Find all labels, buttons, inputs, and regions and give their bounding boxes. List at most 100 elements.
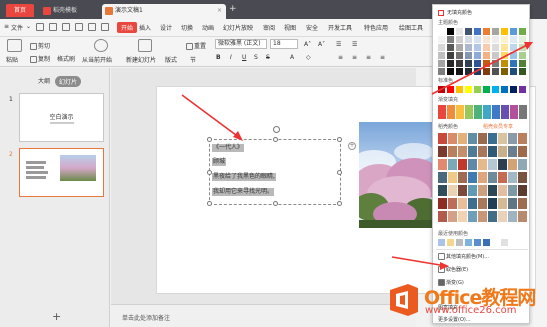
color-swatch[interactable] bbox=[447, 52, 454, 59]
color-swatch[interactable] bbox=[438, 36, 445, 43]
color-swatch[interactable] bbox=[508, 172, 517, 183]
color-swatch[interactable] bbox=[518, 198, 527, 209]
color-swatch[interactable] bbox=[474, 28, 481, 35]
color-swatch[interactable] bbox=[474, 44, 481, 51]
menu-animation[interactable]: 动画 bbox=[202, 23, 214, 32]
home-tab[interactable]: 首页 bbox=[6, 4, 34, 17]
color-swatch[interactable] bbox=[438, 185, 447, 196]
color-swatch[interactable] bbox=[438, 146, 447, 157]
color-swatch[interactable] bbox=[438, 198, 447, 209]
tab-outline[interactable]: 大纲 bbox=[38, 76, 50, 85]
add-slide-button[interactable]: + bbox=[52, 310, 61, 323]
color-swatch[interactable] bbox=[508, 159, 517, 170]
color-swatch[interactable] bbox=[488, 198, 497, 209]
menu-design[interactable]: 设计 bbox=[160, 23, 172, 32]
color-swatch[interactable] bbox=[456, 86, 463, 93]
color-swatch[interactable] bbox=[483, 239, 490, 246]
grow-font-icon[interactable]: A˄ bbox=[304, 41, 311, 48]
color-swatch[interactable] bbox=[465, 36, 472, 43]
color-swatch[interactable] bbox=[483, 44, 490, 51]
menu-review[interactable]: 审阅 bbox=[263, 23, 275, 32]
color-swatch[interactable] bbox=[474, 60, 481, 67]
format-painter-button[interactable]: 格式刷 bbox=[57, 54, 75, 63]
color-swatch[interactable] bbox=[458, 133, 467, 144]
color-swatch[interactable] bbox=[508, 198, 517, 209]
color-swatch[interactable] bbox=[518, 133, 527, 144]
menu-file[interactable]: 文件 bbox=[11, 23, 23, 32]
color-swatch[interactable] bbox=[508, 146, 517, 157]
new-slide-button[interactable]: 新建幻灯片 bbox=[126, 55, 156, 64]
notes-placeholder[interactable]: 单击此处添加备注 bbox=[122, 313, 170, 322]
color-swatch[interactable] bbox=[456, 68, 463, 75]
tab-presentation[interactable]: 演示文稿1 × bbox=[102, 4, 226, 19]
color-swatch[interactable] bbox=[510, 86, 517, 93]
color-swatch[interactable] bbox=[519, 105, 527, 119]
color-swatch[interactable] bbox=[483, 52, 490, 59]
eraser-icon[interactable]: ◇ bbox=[306, 54, 311, 61]
color-swatch[interactable] bbox=[465, 60, 472, 67]
color-swatch[interactable] bbox=[448, 172, 457, 183]
color-swatch[interactable] bbox=[492, 44, 499, 51]
color-swatch[interactable] bbox=[518, 146, 527, 157]
color-swatch[interactable] bbox=[468, 185, 477, 196]
color-swatch[interactable] bbox=[438, 105, 446, 119]
color-swatch[interactable] bbox=[483, 60, 490, 67]
resize-handle[interactable] bbox=[337, 170, 342, 175]
shrink-font-icon[interactable]: A˅ bbox=[318, 41, 325, 48]
print-icon[interactable] bbox=[75, 23, 83, 31]
color-swatch[interactable] bbox=[492, 105, 500, 119]
color-swatch[interactable] bbox=[518, 211, 527, 222]
color-swatch[interactable] bbox=[488, 146, 497, 157]
color-swatch[interactable] bbox=[438, 172, 447, 183]
undo-icon[interactable] bbox=[88, 23, 96, 31]
font-color-icon[interactable]: A bbox=[290, 54, 294, 61]
color-swatch[interactable] bbox=[501, 52, 508, 59]
italic-icon[interactable]: I bbox=[230, 54, 232, 61]
from-current-button[interactable]: 从当前开始 bbox=[82, 55, 112, 64]
cherry-blossom-photo[interactable] bbox=[352, 122, 443, 228]
color-swatch[interactable] bbox=[468, 159, 477, 170]
color-swatch[interactable] bbox=[510, 105, 518, 119]
color-swatch[interactable] bbox=[456, 105, 464, 119]
color-swatch[interactable] bbox=[458, 146, 467, 157]
color-swatch[interactable] bbox=[465, 44, 472, 51]
tab-docer[interactable]: 稻壳模板 bbox=[40, 4, 100, 19]
align-right-icon[interactable]: ≡ bbox=[366, 54, 371, 61]
color-swatch[interactable] bbox=[458, 211, 467, 222]
align-center-icon[interactable]: ≡ bbox=[352, 54, 357, 61]
color-swatch[interactable] bbox=[508, 133, 517, 144]
color-swatch[interactable] bbox=[438, 44, 445, 51]
color-swatch[interactable] bbox=[498, 211, 507, 222]
color-swatch[interactable] bbox=[501, 60, 508, 67]
color-swatch[interactable] bbox=[488, 133, 497, 144]
color-swatch[interactable] bbox=[465, 52, 472, 59]
reset-button[interactable]: 重置 bbox=[186, 41, 206, 50]
resize-handle[interactable] bbox=[207, 137, 212, 142]
play-icon[interactable] bbox=[94, 39, 108, 52]
color-swatch[interactable] bbox=[501, 86, 508, 93]
color-swatch[interactable] bbox=[492, 239, 499, 246]
color-swatch[interactable] bbox=[458, 159, 467, 170]
font-family-select[interactable]: 微软雅黑 (正文) bbox=[215, 39, 267, 49]
cut-button[interactable]: 剪切 bbox=[30, 41, 50, 50]
quick-add-button[interactable]: + bbox=[348, 142, 356, 150]
color-swatch[interactable] bbox=[468, 146, 477, 157]
color-swatch[interactable] bbox=[438, 28, 445, 35]
close-tab-icon[interactable]: × bbox=[217, 4, 222, 17]
color-swatch[interactable] bbox=[478, 133, 487, 144]
color-swatch[interactable] bbox=[474, 52, 481, 59]
bullets-icon[interactable]: ☰ bbox=[336, 41, 341, 48]
color-swatch[interactable] bbox=[492, 60, 499, 67]
color-swatch[interactable] bbox=[456, 28, 463, 35]
color-swatch[interactable] bbox=[483, 36, 490, 43]
color-swatch[interactable] bbox=[465, 239, 472, 246]
paste-icon[interactable] bbox=[7, 39, 22, 52]
menu-transition[interactable]: 切换 bbox=[181, 23, 193, 32]
color-swatch[interactable] bbox=[448, 159, 457, 170]
menu-view[interactable]: 视图 bbox=[284, 23, 296, 32]
color-swatch[interactable] bbox=[519, 68, 526, 75]
color-swatch[interactable] bbox=[465, 86, 472, 93]
shadow-icon[interactable]: S bbox=[254, 54, 258, 61]
menu-developer[interactable]: 开发工具 bbox=[328, 23, 352, 32]
color-swatch[interactable] bbox=[474, 239, 481, 246]
